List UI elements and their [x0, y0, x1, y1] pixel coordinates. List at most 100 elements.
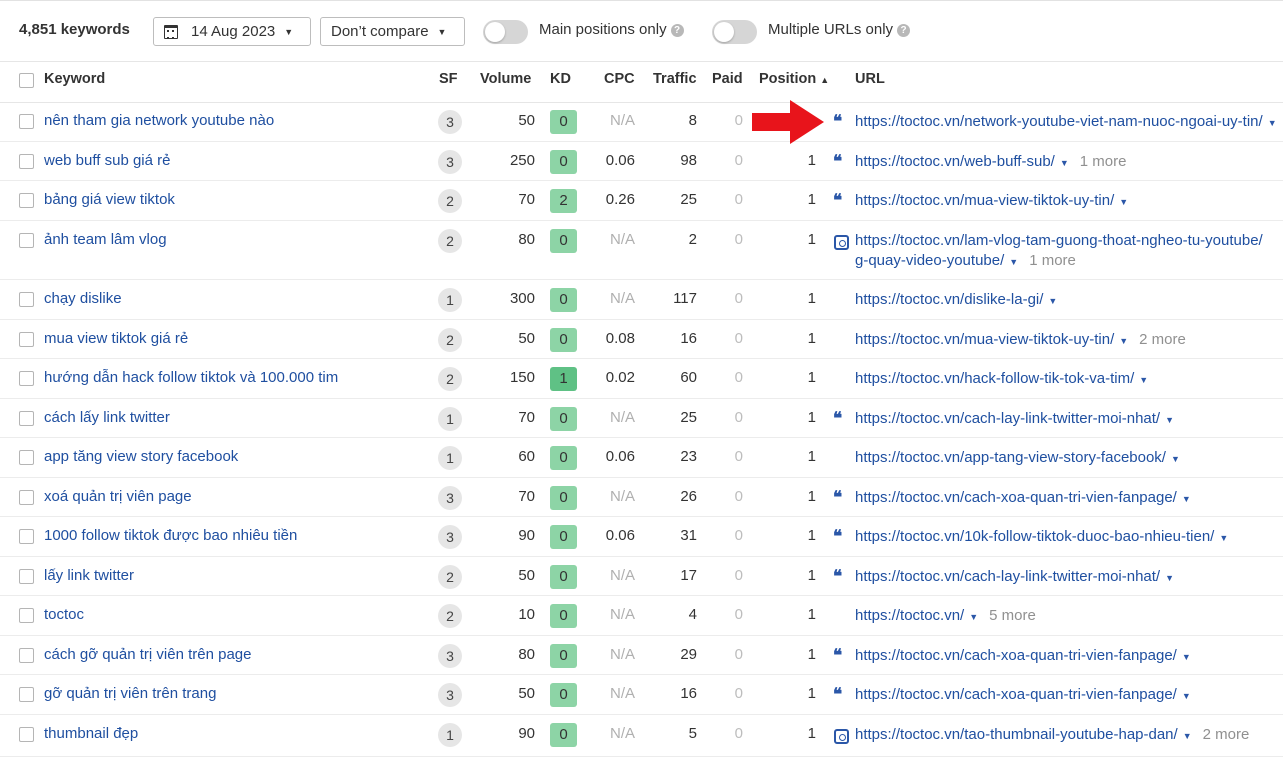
url-link[interactable]: https://toctoc.vn/dislike-la-gi/: [855, 291, 1043, 308]
url-link[interactable]: https://toctoc.vn/lam-vlog-tam-guong-tho…: [855, 232, 1263, 249]
chevron-down-icon[interactable]: ▼: [1139, 375, 1148, 385]
col-paid[interactable]: Paid: [712, 71, 743, 87]
sf-badge[interactable]: 3: [438, 644, 462, 668]
more-urls-link[interactable]: 2 more: [1139, 331, 1186, 348]
row-checkbox[interactable]: [19, 648, 34, 663]
url-link[interactable]: https://toctoc.vn/: [855, 607, 964, 624]
url-link[interactable]: https://toctoc.vn/cach-lay-link-twitter-…: [855, 568, 1160, 585]
url-link[interactable]: https://toctoc.vn/cach-xoa-quan-tri-vien…: [855, 489, 1177, 506]
keyword-link[interactable]: gỡ quản trị viên trên trang: [44, 685, 216, 702]
sf-badge[interactable]: 3: [438, 683, 462, 707]
chevron-down-icon[interactable]: ▼: [1119, 336, 1128, 346]
url-link-cont[interactable]: g-quay-video-youtube/: [855, 252, 1004, 269]
row-checkbox[interactable]: [19, 687, 34, 702]
sf-badge[interactable]: 3: [438, 525, 462, 549]
row-checkbox[interactable]: [19, 371, 34, 386]
url-link[interactable]: https://toctoc.vn/mua-view-tiktok-uy-tin…: [855, 192, 1114, 209]
chevron-down-icon[interactable]: ▼: [1268, 118, 1277, 128]
sf-badge[interactable]: 1: [438, 407, 462, 431]
sf-badge[interactable]: 2: [438, 565, 462, 589]
sf-badge[interactable]: 3: [438, 150, 462, 174]
row-checkbox[interactable]: [19, 450, 34, 465]
help-icon[interactable]: ?: [670, 23, 684, 37]
sf-badge[interactable]: 3: [438, 486, 462, 510]
row-checkbox[interactable]: [19, 114, 34, 129]
url-link[interactable]: https://toctoc.vn/tao-thumbnail-youtube-…: [855, 726, 1178, 743]
row-checkbox[interactable]: [19, 292, 34, 307]
chevron-down-icon[interactable]: ▼: [1182, 652, 1191, 662]
keyword-link[interactable]: cách lấy link twitter: [44, 409, 170, 426]
compare-dropdown[interactable]: Don’t compare ▼: [320, 17, 465, 46]
date-picker-button[interactable]: 14 Aug 2023 ▼: [153, 17, 311, 46]
sf-badge[interactable]: 1: [438, 288, 462, 312]
keyword-link[interactable]: toctoc: [44, 606, 84, 623]
row-checkbox[interactable]: [19, 529, 34, 544]
sf-badge[interactable]: 2: [438, 367, 462, 391]
sf-badge[interactable]: 2: [438, 229, 462, 253]
more-urls-link[interactable]: 5 more: [989, 607, 1036, 624]
keyword-link[interactable]: bảng giá view tiktok: [44, 191, 175, 208]
row-checkbox[interactable]: [19, 411, 34, 426]
more-urls-link[interactable]: 2 more: [1203, 726, 1250, 743]
keyword-link[interactable]: nên tham gia network youtube nào: [44, 112, 274, 129]
chevron-down-icon[interactable]: ▼: [1183, 731, 1192, 741]
url-link[interactable]: https://toctoc.vn/app-tang-view-story-fa…: [855, 449, 1166, 466]
col-volume[interactable]: Volume: [480, 71, 531, 87]
sf-badge[interactable]: 1: [438, 446, 462, 470]
chevron-down-icon[interactable]: ▼: [1182, 494, 1191, 504]
url-link[interactable]: https://toctoc.vn/web-buff-sub/: [855, 153, 1055, 170]
url-link[interactable]: https://toctoc.vn/network-youtube-viet-n…: [855, 113, 1263, 130]
keyword-link[interactable]: cách gỡ quản trị viên trên page: [44, 646, 251, 663]
col-cpc[interactable]: CPC: [604, 71, 635, 87]
row-checkbox[interactable]: [19, 154, 34, 169]
chevron-down-icon[interactable]: ▼: [1165, 573, 1174, 583]
col-url[interactable]: URL: [855, 71, 885, 87]
chevron-down-icon[interactable]: ▼: [1060, 158, 1069, 168]
row-checkbox[interactable]: [19, 193, 34, 208]
url-link[interactable]: https://toctoc.vn/cach-xoa-quan-tri-vien…: [855, 647, 1177, 664]
keyword-link[interactable]: chạy dislike: [44, 290, 122, 307]
url-link[interactable]: https://toctoc.vn/hack-follow-tik-tok-va…: [855, 370, 1134, 387]
keyword-link[interactable]: 1000 follow tiktok được bao nhiêu tiền: [44, 527, 297, 544]
main-positions-toggle[interactable]: [483, 20, 528, 44]
keyword-link[interactable]: hướng dẫn hack follow tiktok và 100.000 …: [44, 369, 338, 386]
multiple-urls-toggle[interactable]: [712, 20, 757, 44]
chevron-down-icon[interactable]: ▼: [969, 612, 978, 622]
col-sf[interactable]: SF: [439, 71, 458, 87]
url-link[interactable]: https://toctoc.vn/cach-lay-link-twitter-…: [855, 410, 1160, 427]
row-checkbox[interactable]: [19, 233, 34, 248]
keyword-link[interactable]: app tăng view story facebook: [44, 448, 238, 465]
keyword-link[interactable]: lấy link twitter: [44, 567, 134, 584]
row-checkbox[interactable]: [19, 332, 34, 347]
keyword-link[interactable]: mua view tiktok giá rẻ: [44, 330, 188, 347]
sf-badge[interactable]: 1: [438, 723, 462, 747]
url-link[interactable]: https://toctoc.vn/mua-view-tiktok-uy-tin…: [855, 331, 1114, 348]
select-all-checkbox[interactable]: [19, 73, 34, 88]
col-keyword[interactable]: Keyword: [44, 71, 105, 87]
chevron-down-icon[interactable]: ▼: [1219, 533, 1228, 543]
row-checkbox[interactable]: [19, 727, 34, 742]
chevron-down-icon[interactable]: ▼: [1171, 454, 1180, 464]
sf-badge[interactable]: 2: [438, 189, 462, 213]
col-kd[interactable]: KD: [550, 71, 571, 87]
col-position[interactable]: Position ▲: [759, 71, 829, 87]
more-urls-link[interactable]: 1 more: [1029, 252, 1076, 269]
help-icon[interactable]: ?: [897, 23, 911, 37]
url-link[interactable]: https://toctoc.vn/cach-xoa-quan-tri-vien…: [855, 686, 1177, 703]
keyword-link[interactable]: xoá quản trị viên page: [44, 488, 192, 505]
chevron-down-icon[interactable]: ▼: [1119, 197, 1128, 207]
sf-badge[interactable]: 2: [438, 328, 462, 352]
chevron-down-icon[interactable]: ▼: [1165, 415, 1174, 425]
url-link[interactable]: https://toctoc.vn/10k-follow-tiktok-duoc…: [855, 528, 1214, 545]
keyword-link[interactable]: thumbnail đẹp: [44, 725, 138, 742]
chevron-down-icon[interactable]: ▼: [1048, 296, 1057, 306]
chevron-down-icon[interactable]: ▼: [1182, 691, 1191, 701]
sf-badge[interactable]: 2: [438, 604, 462, 628]
row-checkbox[interactable]: [19, 608, 34, 623]
sf-badge[interactable]: 3: [438, 110, 462, 134]
more-urls-link[interactable]: 1 more: [1080, 153, 1127, 170]
chevron-down-icon[interactable]: ▼: [1009, 257, 1018, 267]
keyword-link[interactable]: web buff sub giá rẻ: [44, 152, 170, 169]
row-checkbox[interactable]: [19, 490, 34, 505]
row-checkbox[interactable]: [19, 569, 34, 584]
